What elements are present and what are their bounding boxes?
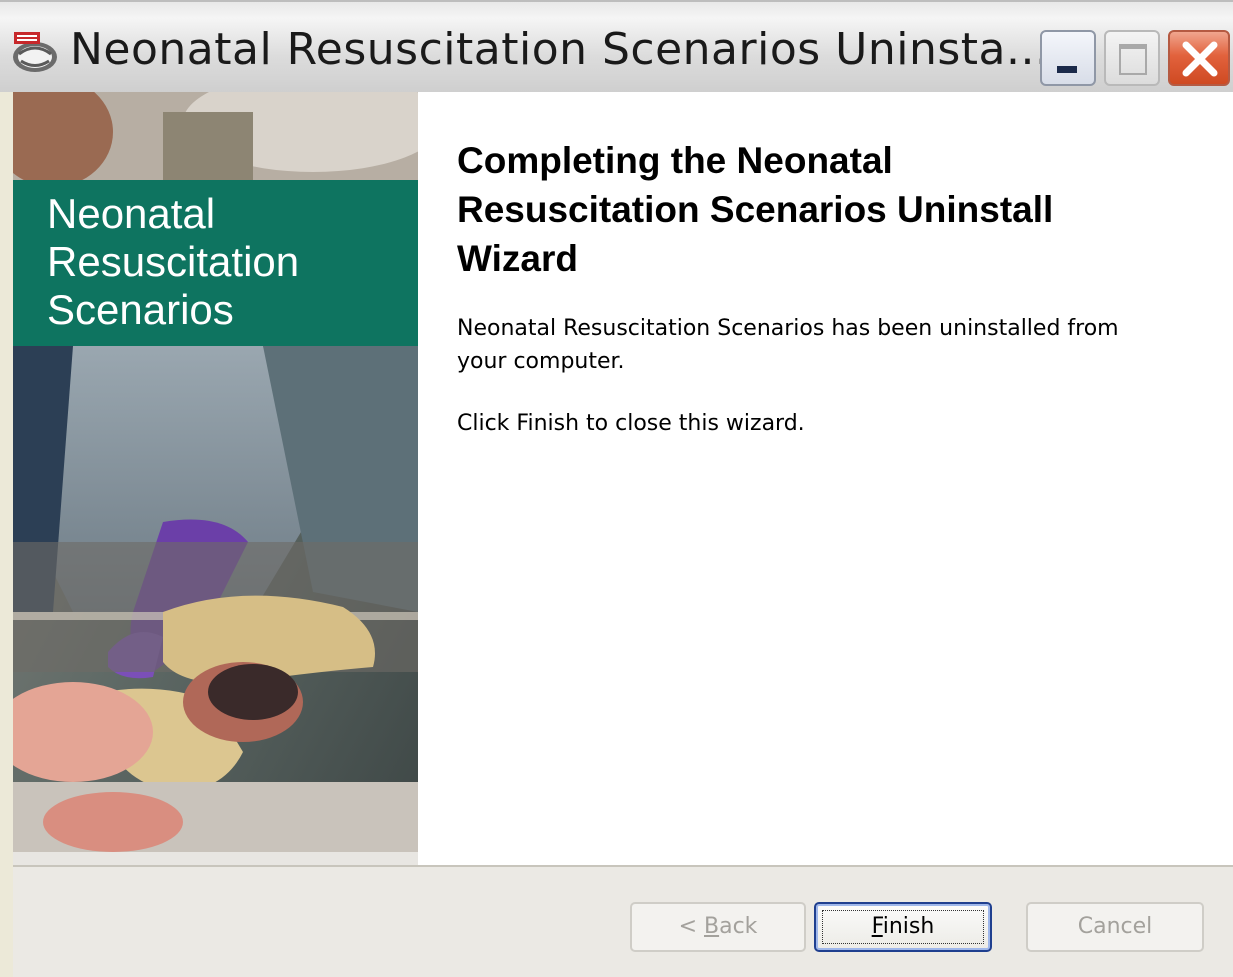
wizard-heading: Completing the Neonatal Resuscitation Sc… — [457, 136, 1197, 283]
title-bar[interactable]: Neonatal Resuscitation Scenarios Uninsta… — [0, 0, 1233, 92]
heading-line: Completing the Neonatal — [457, 140, 893, 181]
wizard-content: Completing the Neonatal Resuscitation Sc… — [418, 92, 1233, 865]
cancel-button[interactable]: Cancel — [1026, 902, 1204, 952]
wizard-side-banner: Neonatal Resuscitation Scenarios — [13, 92, 418, 865]
heading-line: Wizard — [457, 238, 578, 279]
app-logo-icon — [13, 32, 57, 72]
message-line: your computer. — [457, 349, 625, 374]
finish-button-mnemonic: F — [871, 914, 883, 939]
back-button-prefix: < — [678, 914, 704, 939]
finish-instruction: Click Finish to close this wizard. — [457, 411, 805, 436]
product-name-line: Resuscitation — [47, 238, 300, 285]
product-name-line: Scenarios — [47, 286, 234, 333]
finish-button-rest: inish — [882, 914, 935, 939]
back-button-rest: ack — [719, 914, 758, 939]
close-icon — [1182, 41, 1218, 77]
heading-line: Resuscitation Scenarios Uninstall — [457, 189, 1054, 230]
minimize-icon — [1057, 66, 1077, 73]
maximize-button[interactable] — [1104, 30, 1160, 86]
completion-message: Neonatal Resuscitation Scenarios has bee… — [457, 312, 1197, 378]
wizard-footer: < Back Finish Cancel — [13, 865, 1233, 977]
minimize-button[interactable] — [1040, 30, 1096, 86]
window-title: Neonatal Resuscitation Scenarios Uninsta… — [70, 24, 1050, 75]
maximize-icon — [1119, 44, 1147, 75]
product-name-line: Neonatal — [47, 190, 216, 237]
back-button-mnemonic: B — [704, 914, 720, 939]
finish-button[interactable]: Finish — [814, 902, 992, 952]
back-button[interactable]: < Back — [630, 902, 806, 952]
uninstall-wizard-window: Neonatal Resuscitation Scenarios Uninsta… — [0, 0, 1233, 977]
close-button[interactable] — [1168, 30, 1230, 86]
message-line: Neonatal Resuscitation Scenarios has bee… — [457, 316, 1119, 341]
product-name: Neonatal Resuscitation Scenarios — [47, 190, 299, 334]
